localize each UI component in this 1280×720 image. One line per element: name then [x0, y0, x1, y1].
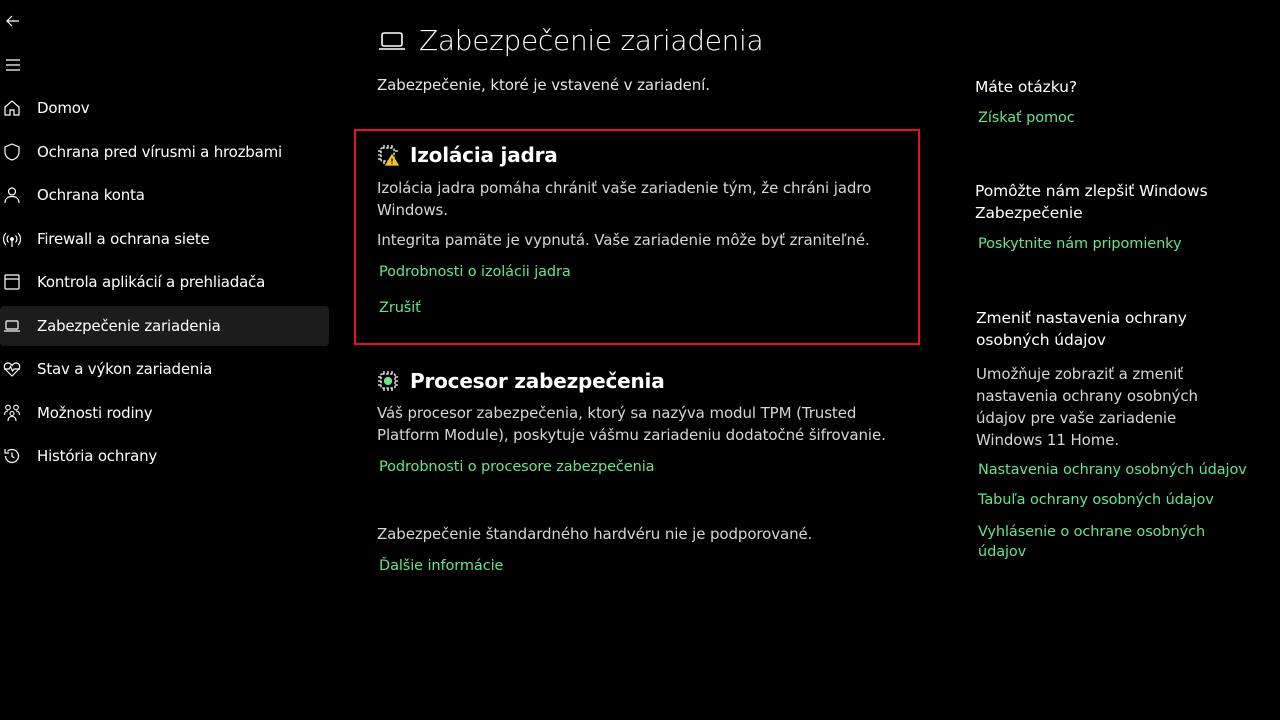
sidebar-item-label: História ochrany	[37, 447, 158, 465]
sidebar-item-label: Ochrana konta	[37, 186, 145, 204]
windows-security-app: Domov Ochrana pred vírusmi a hrozbami Oc…	[0, 0, 1280, 720]
dismiss-link[interactable]: Zrušiť	[379, 300, 421, 316]
home-icon	[2, 98, 22, 118]
laptop-icon	[377, 26, 407, 56]
learn-more-link[interactable]: Ďalšie informácie	[379, 558, 503, 574]
sidebar-item-firewall[interactable]: Firewall a ochrana siete	[0, 219, 330, 259]
sidebar-item-family-options[interactable]: Možnosti rodiny	[0, 393, 330, 433]
hamburger-menu-icon[interactable]	[3, 55, 23, 75]
sidebar-item-device-security[interactable]: Zabezpečenie zariadenia	[0, 305, 329, 346]
sidebar: Domov Ochrana pred vírusmi a hrozbami Oc…	[0, 88, 330, 480]
privacy-statement-link[interactable]: Vyhlásenie o ochrane osobných údajov	[978, 522, 1228, 562]
page-title: Zabezpečenie zariadenia	[419, 24, 764, 57]
chip-check-icon	[377, 370, 399, 392]
privacy-heading: Zmeniť nastavenia ochrany osobných údajo…	[976, 309, 1187, 349]
chip-warning-icon	[377, 144, 400, 166]
core-isolation-description: Izolácia jadra pomáha chrániť vaše zaria…	[377, 179, 872, 219]
shield-icon	[2, 142, 22, 162]
app-window-icon	[2, 272, 22, 292]
get-help-link[interactable]: Získať pomoc	[978, 108, 1075, 128]
memory-integrity-status: Integrita pamäte je vypnutá. Vaše zariad…	[377, 231, 870, 249]
back-arrow-icon[interactable]	[3, 11, 23, 31]
sidebar-item-virus-protection[interactable]: Ochrana pred vírusmi a hrozbami	[0, 132, 330, 172]
sidebar-item-label: Kontrola aplikácií a prehliadača	[37, 273, 266, 291]
sidebar-item-label: Ochrana pred vírusmi a hrozbami	[37, 142, 282, 161]
privacy-description: Umožňuje zobraziť a zmeniť nastavenia oc…	[976, 365, 1198, 449]
sidebar-item-label: Domov	[37, 99, 90, 117]
sidebar-item-home[interactable]: Domov	[0, 88, 330, 128]
heart-pulse-icon	[2, 359, 22, 379]
core-isolation-details-link[interactable]: Podrobnosti o izolácii jadra	[379, 264, 571, 280]
sidebar-item-device-performance[interactable]: Stav a výkon zariadenia	[0, 349, 330, 389]
feedback-link[interactable]: Poskytnite nám pripomienky	[978, 234, 1182, 254]
wifi-antenna-icon	[2, 229, 22, 249]
hardware-security-status: Zabezpečenie štandardného hardvéru nie j…	[377, 525, 813, 543]
page-header: Zabezpečenie zariadenia	[377, 24, 764, 57]
security-processor-description: Váš procesor zabezpečenia, ktorý sa nazý…	[377, 404, 886, 444]
privacy-dashboard-link[interactable]: Tabuľa ochrany osobných údajov	[978, 490, 1214, 510]
sidebar-item-label: Možnosti rodiny	[37, 403, 153, 422]
sidebar-item-label: Firewall a ochrana siete	[37, 229, 210, 248]
security-processor-details-link[interactable]: Podrobnosti o procesore zabezpečenia	[379, 459, 655, 475]
history-icon	[2, 446, 22, 466]
laptop-icon	[2, 316, 22, 336]
improve-heading: Pomôžte nám zlepšiť Windows Zabezpečenie	[975, 182, 1208, 222]
sidebar-item-protection-history[interactable]: História ochrany	[0, 436, 330, 476]
core-isolation-title: Izolácia jadra	[410, 143, 558, 167]
security-processor-header: Procesor zabezpečenia	[377, 369, 665, 393]
core-isolation-header: Izolácia jadra	[377, 143, 558, 167]
security-processor-title: Procesor zabezpečenia	[410, 369, 665, 393]
question-heading: Máte otázku?	[975, 78, 1077, 96]
page-subtitle: Zabezpečenie, ktoré je vstavené v zariad…	[377, 76, 710, 94]
privacy-settings-link[interactable]: Nastavenia ochrany osobných údajov	[978, 460, 1247, 480]
sidebar-item-app-browser-control[interactable]: Kontrola aplikácií a prehliadača	[0, 262, 330, 302]
sidebar-item-account-protection[interactable]: Ochrana konta	[0, 175, 330, 215]
sidebar-item-label: Stav a výkon zariadenia	[37, 360, 213, 378]
family-icon	[2, 403, 22, 423]
person-icon	[2, 185, 22, 205]
sidebar-item-label: Zabezpečenie zariadenia	[37, 316, 221, 335]
